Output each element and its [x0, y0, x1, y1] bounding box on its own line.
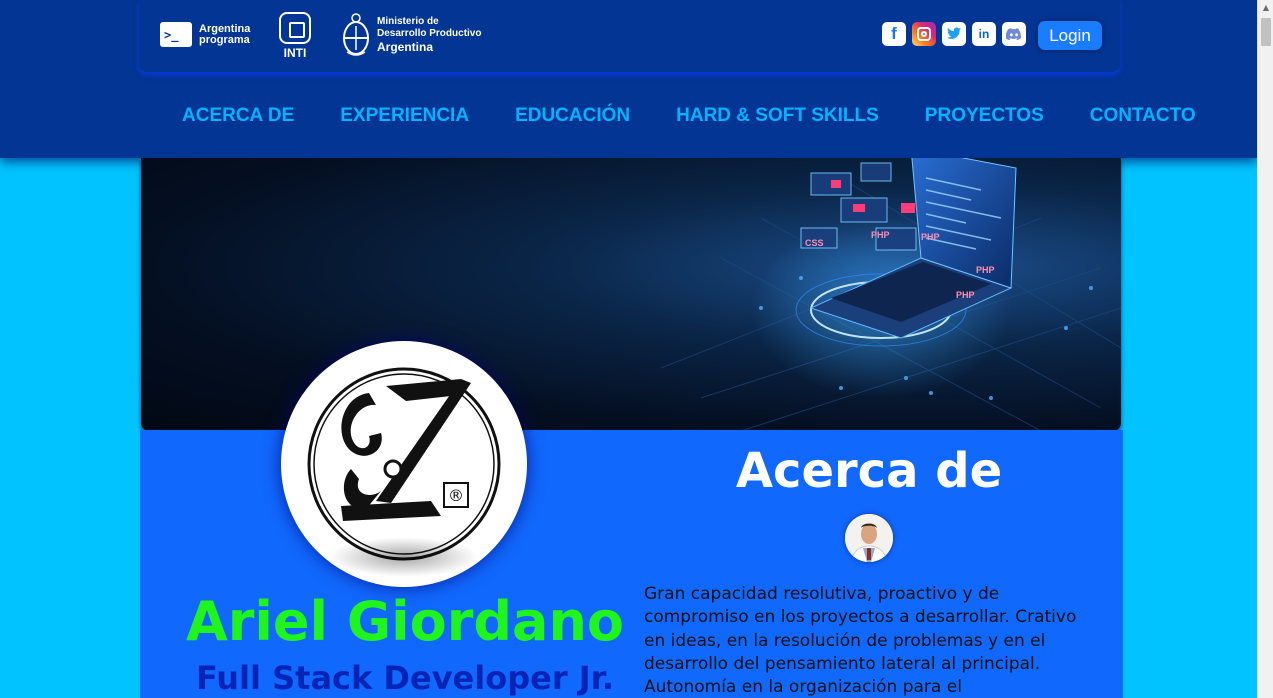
person-photo-icon: [845, 514, 893, 562]
main-nav: ACERCA DE EXPERIENCIA EDUCACIÓN HARD & S…: [159, 101, 1196, 131]
nav-item-experiencia[interactable]: EXPERIENCIA: [317, 105, 492, 127]
top-bar: >_ Argentina programa INTI Ministerio de…: [139, 0, 1120, 72]
avatar-shadow: [329, 537, 479, 577]
site-header: >_ Argentina programa INTI Ministerio de…: [0, 0, 1257, 158]
page: >_ Argentina programa INTI Ministerio de…: [0, 0, 1257, 698]
social-links: f in: [882, 22, 1026, 46]
scrollbar-thumb[interactable]: [1261, 18, 1271, 46]
logo-line: programa: [199, 33, 250, 46]
login-button[interactable]: Login: [1038, 21, 1102, 50]
profile-role: Full Stack Developer Jr.: [195, 659, 615, 697]
argentina-programa-logo[interactable]: >_ Argentina programa: [160, 22, 255, 47]
vertical-scrollbar[interactable]: ▲: [1257, 0, 1273, 698]
registered-mark: ®: [448, 486, 464, 505]
nav-item-proyectos[interactable]: PROYECTOS: [902, 105, 1067, 127]
nav-item-acerca-de[interactable]: ACERCA DE: [159, 105, 317, 127]
banner-tag: PHP: [976, 265, 995, 275]
logo-line: Argentina: [377, 40, 434, 54]
logo-line: Ministerio de: [377, 16, 439, 27]
scroll-up-arrow-icon[interactable]: ▲: [1258, 0, 1273, 16]
banner-tag: PHP: [921, 232, 940, 242]
banner-tag: PHP: [956, 290, 975, 300]
hero-banner: CSS PHP PHP PHP PHP: [141, 158, 1121, 431]
about-title: Acerca de: [735, 443, 1003, 499]
instagram-icon[interactable]: [912, 22, 936, 46]
inti-mark-icon: [279, 12, 311, 44]
nav-item-skills[interactable]: HARD & SOFT SKILLS: [653, 105, 902, 127]
profile-logo-avatar: ®: [281, 341, 527, 587]
ministerio-logo[interactable]: Ministerio de Desarrollo Productivo Arge…: [341, 12, 481, 58]
logo-line: Desarrollo Productivo: [377, 28, 482, 39]
inti-label: INTI: [283, 46, 307, 60]
nav-item-educacion[interactable]: EDUCACIÓN: [492, 105, 653, 127]
banner-tag: PHP: [871, 230, 890, 240]
linkedin-icon[interactable]: in: [972, 22, 996, 46]
nav-item-contacto[interactable]: CONTACTO: [1067, 105, 1219, 127]
inti-logo[interactable]: INTI: [279, 12, 311, 60]
terminal-icon: >_: [160, 22, 192, 47]
banner-tag: CSS: [805, 238, 824, 248]
coat-of-arms-icon: [343, 13, 369, 56]
laptop-code-illustration: CSS PHP PHP PHP PHP: [660, 158, 1121, 431]
twitter-icon[interactable]: [942, 22, 966, 46]
facebook-icon[interactable]: f: [882, 22, 906, 46]
logo-line: Argentina: [199, 22, 251, 35]
profile-photo: [845, 514, 893, 562]
discord-icon[interactable]: [1002, 22, 1026, 46]
profile-name: Ariel Giordano: [185, 590, 625, 653]
about-text: Gran capacidad resolutiva, proactivo y d…: [644, 584, 1077, 698]
